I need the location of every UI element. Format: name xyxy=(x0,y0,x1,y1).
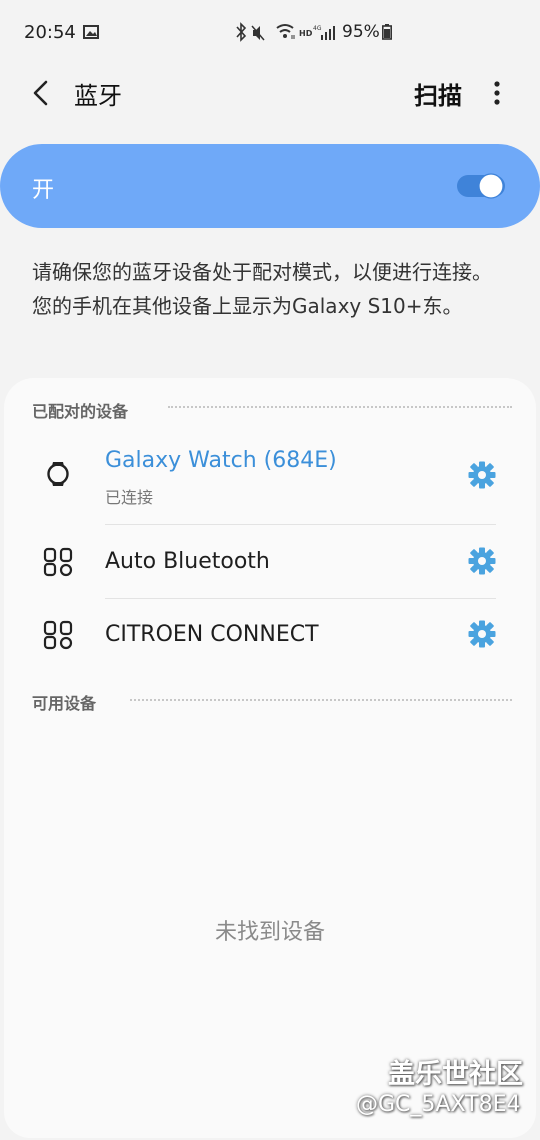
hd-icon: HD xyxy=(299,29,313,38)
battery-percent: 95% xyxy=(342,22,380,42)
status-time: 20:54 xyxy=(24,22,76,43)
bluetooth-description: 请确保您的蓝牙设备处于配对模式，以便进行连接。 您的手机在其他设备上显示为Gal… xyxy=(32,260,492,318)
battery-icon xyxy=(382,24,392,40)
section-divider xyxy=(168,406,512,408)
settings-gear-icon[interactable] xyxy=(467,546,497,576)
device-row-auto-bluetooth[interactable]: Auto Bluetooth xyxy=(4,525,536,597)
app-header: 蓝牙 扫描 xyxy=(0,64,540,120)
wifi-icon xyxy=(276,24,295,39)
device-status: 已连接 xyxy=(105,488,154,507)
image-icon xyxy=(83,25,99,39)
signal-icon: 4G xyxy=(313,25,335,40)
svg-text:4G: 4G xyxy=(313,25,322,32)
device-name: Auto Bluetooth xyxy=(105,549,270,574)
device-row-galaxy-watch[interactable]: Galaxy Watch (684E) 已连接 xyxy=(4,438,536,524)
bluetooth-switch[interactable] xyxy=(456,171,506,201)
page-title: 蓝牙 xyxy=(74,82,122,110)
generic-device-icon xyxy=(43,547,73,577)
paired-devices-header: 已配对的设备 xyxy=(32,402,129,421)
device-row-citroen-connect[interactable]: CITROEN CONNECT xyxy=(4,599,536,671)
device-name: CITROEN CONNECT xyxy=(105,622,319,647)
watermark-title: 盖乐世社区 xyxy=(388,1059,523,1090)
back-button[interactable] xyxy=(26,78,56,108)
available-devices-header: 可用设备 xyxy=(32,694,97,713)
watermark-handle: @GC_5AXT8E4 xyxy=(356,1092,521,1117)
no-devices-found-text: 未找到设备 xyxy=(214,920,325,945)
bluetooth-icon xyxy=(236,22,247,42)
status-bar: 20:54 HD 4G 95% xyxy=(0,0,540,64)
devices-panel: 已配对的设备 Galaxy Watch (684E) 已连接 Auto Blue… xyxy=(4,378,536,1138)
settings-gear-icon[interactable] xyxy=(467,619,497,649)
more-options-icon[interactable] xyxy=(484,78,510,108)
settings-gear-icon[interactable] xyxy=(467,460,497,490)
section-divider xyxy=(130,699,512,701)
toggle-label: 开 xyxy=(32,178,55,203)
watch-icon xyxy=(47,462,69,486)
generic-device-icon xyxy=(43,620,73,650)
status-icons: HD 4G xyxy=(236,22,335,42)
scan-button[interactable]: 扫描 xyxy=(414,76,462,111)
device-name: Galaxy Watch (684E) xyxy=(105,448,337,473)
mute-icon xyxy=(251,25,265,41)
